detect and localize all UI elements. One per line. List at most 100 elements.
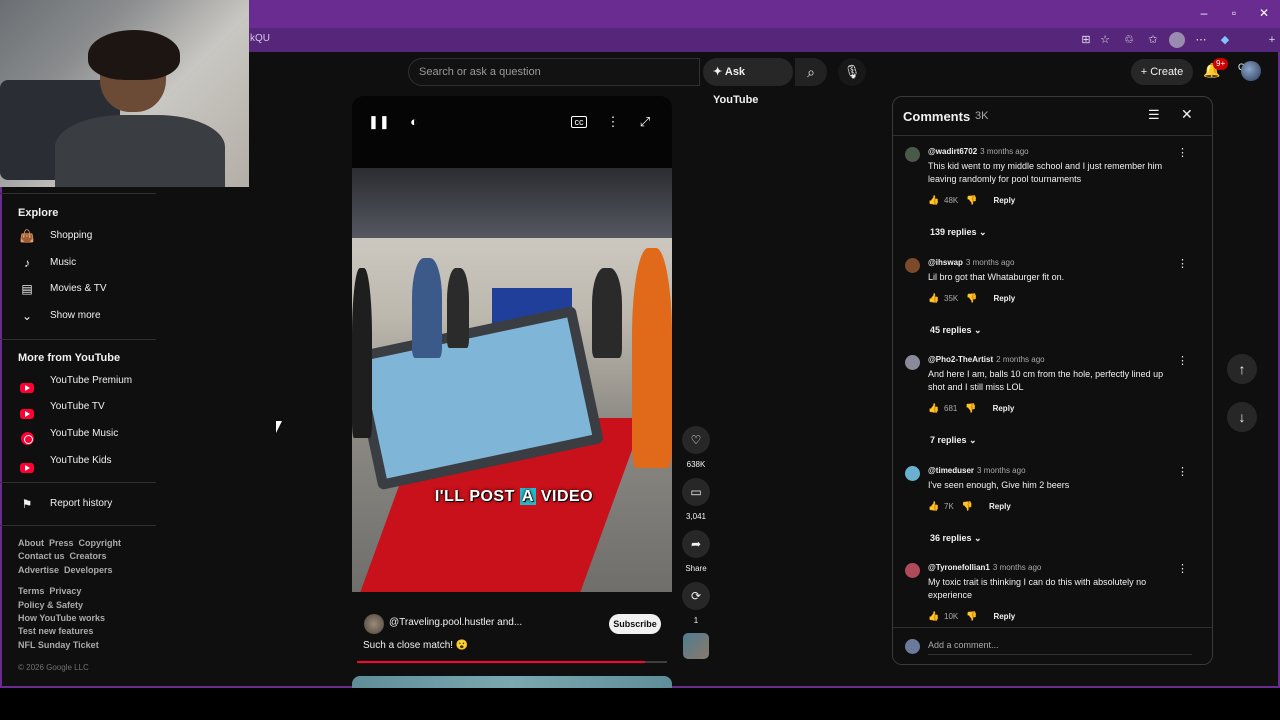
sidebar-item-show-more[interactable]: ⌄ Show more <box>18 303 156 329</box>
next-short-preview[interactable] <box>352 676 672 688</box>
add-comment-input[interactable]: Add a comment... <box>928 640 1192 655</box>
footer-link-policy[interactable]: Policy & Safety <box>18 600 83 610</box>
close-icon[interactable]: ✕ <box>1181 106 1193 123</box>
comment-author[interactable]: @wadirt6702 3 months ago <box>928 147 1029 156</box>
remix-icon[interactable]: ⟳ <box>682 582 710 610</box>
share-icon[interactable]: ➦ <box>682 530 710 558</box>
copilot-icon[interactable]: ◆ <box>1217 32 1233 48</box>
like-action[interactable]: ♡ 638K <box>681 426 711 469</box>
previous-short-button[interactable]: ↑ <box>1227 354 1257 384</box>
comment-author[interactable]: @Pho2-TheArtist 2 months ago <box>928 355 1045 364</box>
footer-link-test-features[interactable]: Test new features <box>18 626 93 636</box>
sidebar-item-youtube-premium[interactable]: YouTube Premium <box>18 368 156 394</box>
restore-icon[interactable]: ▫ <box>1226 6 1242 20</box>
view-replies-button[interactable]: 45 replies ⌄ <box>930 325 982 336</box>
thumbs-down-icon[interactable]: 👎 <box>962 501 973 511</box>
reply-button[interactable]: Reply <box>993 196 1015 205</box>
mic-button[interactable]: 🎙 <box>838 58 866 86</box>
pause-icon[interactable]: ❚❚ <box>368 114 390 130</box>
subscribe-button[interactable]: Subscribe <box>609 614 661 634</box>
more-vert-icon[interactable]: ⋮ <box>1177 257 1188 270</box>
thumbs-up-icon[interactable]: 👍 <box>928 611 942 622</box>
footer-link-press[interactable]: Press <box>49 538 74 548</box>
reply-button[interactable]: Reply <box>993 612 1015 621</box>
comment-avatar[interactable] <box>905 147 920 162</box>
reply-button[interactable]: Reply <box>989 502 1011 511</box>
comment-author[interactable]: @ihswap 3 months ago <box>928 258 1014 267</box>
ask-youtube-button[interactable]: ✦ Ask YouTube <box>703 58 793 106</box>
thumbs-down-icon[interactable]: 👎 <box>966 195 977 205</box>
url-fragment[interactable]: kQU <box>250 33 270 44</box>
comment-action[interactable]: ▭ 3,041 <box>681 478 711 521</box>
minimize-icon[interactable]: – <box>1196 6 1212 20</box>
next-short-button[interactable]: ↓ <box>1227 402 1257 432</box>
sidebar-item-music[interactable]: ♪ Music <box>18 250 156 276</box>
footer-link-terms[interactable]: Terms <box>18 586 44 596</box>
footer-link-nfl-sunday-ticket[interactable]: NFL Sunday Ticket <box>18 640 99 650</box>
account-avatar[interactable] <box>1241 61 1261 81</box>
thumbs-up-icon[interactable]: 👍 <box>928 293 942 304</box>
comment-author[interactable]: @timeduser 3 months ago <box>928 466 1026 475</box>
more-vert-icon[interactable]: ⋮ <box>603 114 623 130</box>
thumbs-up-icon[interactable]: ♡ <box>682 426 710 454</box>
footer-link-advertise[interactable]: Advertise <box>18 565 59 575</box>
footer-link-developers[interactable]: Developers <box>64 565 113 575</box>
remix-action[interactable]: ⟳ 1 <box>681 582 711 625</box>
share-action[interactable]: ➦ Share <box>681 530 711 573</box>
thumbs-down-icon[interactable]: 👎 <box>966 611 977 621</box>
search-button[interactable]: ⌕ <box>795 58 827 86</box>
comment-avatar[interactable] <box>905 258 920 273</box>
sidebar-item-shopping[interactable]: 👜 Shopping <box>18 223 156 249</box>
fullscreen-icon[interactable]: ⤢ <box>635 114 655 130</box>
volume-icon[interactable]: ◐ <box>404 114 424 129</box>
comment-icon[interactable]: ▭ <box>682 478 710 506</box>
thumbs-down-icon[interactable]: 👎 <box>965 403 976 413</box>
more-vert-icon[interactable]: ⋮ <box>1177 465 1188 478</box>
sidebar-item-report-history[interactable]: ⚑ Report history <box>18 491 156 517</box>
sidebar-toggle-icon[interactable]: + <box>1264 32 1280 48</box>
more-vert-icon[interactable]: ⋮ <box>1177 562 1188 575</box>
reply-button[interactable]: Reply <box>993 294 1015 303</box>
footer-link-creators[interactable]: Creators <box>70 551 107 561</box>
create-button[interactable]: + Create <box>1131 59 1193 85</box>
footer-link-privacy[interactable]: Privacy <box>49 586 81 596</box>
sidebar-item-movies[interactable]: ▤ Movies & TV <box>18 276 156 302</box>
captions-icon[interactable]: cc <box>571 116 587 128</box>
video-progress-bar[interactable] <box>357 661 667 663</box>
extension-icon[interactable]: ♲ <box>1121 32 1137 48</box>
more-menu-icon[interactable]: ⋯ <box>1193 32 1209 48</box>
channel-avatar[interactable] <box>364 614 384 634</box>
comment-avatar[interactable] <box>905 563 920 578</box>
channel-name[interactable]: @Traveling.pool.hustler and... <box>389 617 522 628</box>
favorites-icon[interactable]: ✩ <box>1145 32 1161 48</box>
comment-avatar[interactable] <box>905 466 920 481</box>
view-replies-button[interactable]: 139 replies ⌄ <box>930 227 987 238</box>
footer-link-how-youtube-works[interactable]: How YouTube works <box>18 613 105 623</box>
sort-icon[interactable]: ☰ <box>1148 107 1160 123</box>
profile-icon[interactable] <box>1169 32 1185 48</box>
view-replies-button[interactable]: 36 replies ⌄ <box>930 533 982 544</box>
comment-avatar[interactable] <box>905 355 920 370</box>
thumbs-down-icon[interactable]: 👎 <box>966 293 977 303</box>
short-video-player[interactable]: ❚❚ ◐ cc ⋮ ⤢ I'LL POST A VIDEO <box>352 96 672 592</box>
thumbs-up-icon[interactable]: 👍 <box>928 403 942 414</box>
bookmark-star-icon[interactable]: ☆ <box>1097 32 1113 48</box>
sidebar-item-youtube-kids[interactable]: YouTube Kids <box>18 448 156 474</box>
sidebar-item-youtube-music[interactable]: YouTube Music <box>18 421 156 447</box>
thumbs-up-icon[interactable]: 👍 <box>928 501 942 512</box>
footer-link-copyright[interactable]: Copyright <box>79 538 122 548</box>
footer-link-contact[interactable]: Contact us <box>18 551 65 561</box>
comment-author[interactable]: @Tyronefollian1 3 months ago <box>928 563 1041 572</box>
view-replies-button[interactable]: 7 replies ⌄ <box>930 435 977 446</box>
more-vert-icon[interactable]: ⋮ <box>1177 354 1188 367</box>
footer-link-about[interactable]: About <box>18 538 44 548</box>
video-description[interactable]: Such a close match! 😮 <box>363 640 468 651</box>
extensions-grid-icon[interactable]: ⊞ <box>1078 32 1094 48</box>
close-icon[interactable]: ✕ <box>1256 6 1272 20</box>
thumbs-up-icon[interactable]: 👍 <box>928 195 942 206</box>
sidebar-item-youtube-tv[interactable]: YouTube TV <box>18 394 156 420</box>
search-input[interactable]: Search or ask a question <box>408 58 700 86</box>
more-vert-icon[interactable]: ⋮ <box>1177 146 1188 159</box>
sound-avatar[interactable] <box>683 633 709 659</box>
reply-button[interactable]: Reply <box>993 404 1015 413</box>
